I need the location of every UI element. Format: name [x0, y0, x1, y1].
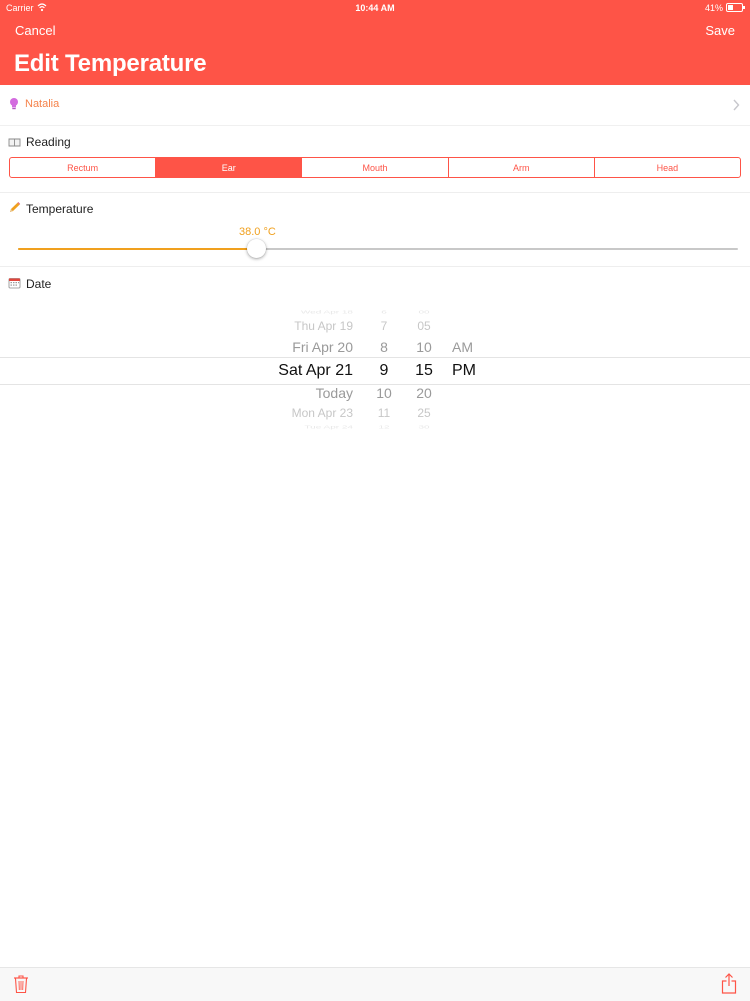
- picker-item-selected: Sat Apr 21: [278, 362, 353, 379]
- picker-item: Today: [315, 385, 353, 401]
- picker-item: 12: [378, 425, 390, 430]
- picker-item: 7: [380, 319, 388, 333]
- picker-item: 8: [380, 339, 388, 355]
- page-title: Edit Temperature: [14, 50, 207, 77]
- picker-item: Fri Apr 20: [292, 339, 353, 355]
- segment-rectum[interactable]: Rectum: [10, 158, 157, 177]
- profile-row[interactable]: Natalia: [0, 85, 750, 126]
- book-icon: [8, 138, 21, 147]
- picker-item: 05: [417, 319, 431, 333]
- picker-item: 10: [376, 385, 392, 401]
- picker-item: Wed Apr 18: [300, 310, 353, 315]
- status-bar: Carrier 10:44 AM 41%: [0, 0, 750, 16]
- date-label: Date: [26, 277, 52, 291]
- date-picker[interactable]: Wed Apr 18 Thu Apr 19 Fri Apr 20 Sat Apr…: [0, 305, 750, 430]
- picker-column-hour[interactable]: 6 7 8 9 10 11 12: [366, 305, 402, 430]
- header: Carrier 10:44 AM 41% Cancel Save Edit Te…: [0, 0, 750, 85]
- picker-item: Thu Apr 19: [294, 319, 353, 333]
- picker-item: 25: [417, 406, 431, 420]
- pencil-icon: [10, 202, 21, 212]
- temperature-slider[interactable]: [18, 239, 738, 258]
- bottom-toolbar: [0, 967, 750, 1001]
- picker-column-minute[interactable]: 00 05 10 15 20 25 30: [404, 305, 444, 430]
- calendar-icon: [8, 278, 21, 289]
- temperature-label: Temperature: [26, 202, 94, 216]
- picker-item: AM: [452, 339, 473, 355]
- segment-arm[interactable]: Arm: [449, 158, 595, 177]
- divider: [0, 266, 750, 267]
- lightbulb-icon: [10, 98, 18, 110]
- reading-label: Reading: [26, 135, 71, 149]
- share-icon[interactable]: [721, 973, 737, 994]
- chevron-right-icon: [733, 99, 740, 111]
- cancel-button[interactable]: Cancel: [15, 23, 55, 38]
- picker-item: 10: [416, 339, 432, 355]
- picker-item: 6: [381, 310, 387, 315]
- picker-item: 20: [416, 385, 432, 401]
- status-time: 10:44 AM: [355, 3, 395, 13]
- slider-fill: [18, 248, 256, 250]
- picker-item: 11: [377, 406, 391, 420]
- profile-name: Natalia: [25, 98, 60, 110]
- slider-thumb[interactable]: [246, 239, 266, 258]
- reading-segmented-control: Rectum Ear Mouth Arm Head: [9, 157, 741, 178]
- picker-item: 30: [418, 425, 430, 430]
- picker-item: Tue Apr 24: [304, 425, 353, 430]
- save-button[interactable]: Save: [705, 23, 735, 38]
- picker-item-selected: 9: [379, 362, 389, 379]
- picker-column-period[interactable]: AM PM: [452, 305, 502, 430]
- divider: [0, 192, 750, 193]
- battery-icon: [726, 3, 745, 12]
- picker-item: Mon Apr 23: [291, 406, 353, 420]
- segment-head[interactable]: Head: [595, 158, 740, 177]
- trash-icon[interactable]: [13, 974, 29, 994]
- picker-column-date[interactable]: Wed Apr 18 Thu Apr 19 Fri Apr 20 Sat Apr…: [200, 305, 353, 430]
- segment-mouth[interactable]: Mouth: [302, 158, 449, 177]
- battery-percent: 41%: [704, 3, 723, 13]
- picker-item-selected: 15: [415, 362, 433, 379]
- segment-ear[interactable]: Ear: [156, 158, 303, 177]
- temperature-value: 38.0 °C: [239, 226, 276, 238]
- picker-item-selected: PM: [452, 362, 476, 379]
- picker-item: 00: [418, 310, 430, 315]
